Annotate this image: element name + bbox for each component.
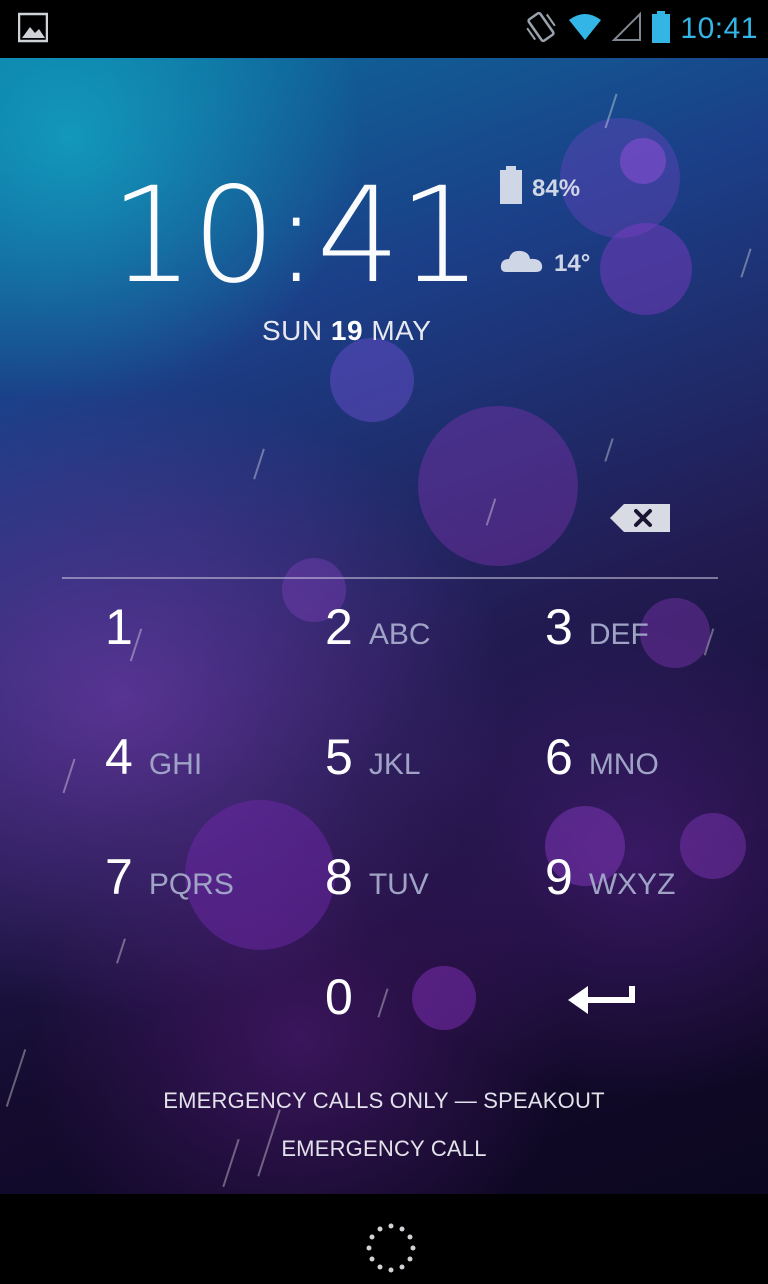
status-icons: 10:41 [524, 0, 758, 58]
rain-streak [740, 248, 752, 278]
rain-streak [253, 448, 265, 480]
pin-divider [62, 577, 718, 579]
bokeh-light [418, 406, 578, 566]
bokeh-light [640, 598, 710, 668]
image-notification-icon [17, 12, 49, 44]
wifi-icon [568, 12, 602, 47]
key-letters: WXYZ [588, 868, 676, 901]
bokeh-light [412, 966, 476, 1030]
key-7[interactable]: 7 PQRS [105, 848, 234, 928]
enter-arrow-icon [568, 986, 635, 1014]
key-letters: TUV [368, 868, 429, 901]
backspace-icon [610, 504, 670, 532]
key-0[interactable]: 0 [325, 968, 369, 1048]
loading-dots-icon[interactable] [363, 1220, 419, 1276]
battery-icon [500, 166, 522, 211]
key-letters: ABC [368, 618, 431, 651]
status-clock: 10:41 [680, 12, 758, 45]
clock-separator: : [273, 159, 319, 313]
bokeh-light [330, 338, 414, 422]
key-letters: DEF [588, 618, 649, 651]
key-digit: 9 [545, 849, 573, 905]
key-digit: 5 [325, 729, 353, 785]
key-letters: MNO [588, 748, 659, 781]
date-month: MAY [371, 315, 432, 346]
enter-button[interactable] [562, 976, 642, 1020]
weather-temperature: 14° [554, 249, 591, 277]
date-day: SUN [262, 315, 323, 346]
weather-widget: 14° [500, 246, 590, 281]
key-digit: 8 [325, 849, 353, 905]
key-digit: 1 [105, 599, 133, 655]
key-2[interactable]: 2 ABC [325, 598, 431, 678]
key-digit: 2 [325, 599, 353, 655]
clock-minutes: 41 [316, 159, 482, 313]
rain-streak [62, 758, 76, 794]
lockscreen-date: SUN 19 MAY [262, 315, 431, 347]
key-4[interactable]: 4 GHI [105, 728, 202, 808]
key-letters: JKL [368, 748, 421, 781]
carrier-status: EMERGENCY CALLS ONLY — SPEAKOUT [163, 1088, 605, 1113]
status-bar: 10:41 [0, 0, 768, 58]
key-9[interactable]: 9 WXYZ [545, 848, 675, 928]
bokeh-light [600, 223, 692, 315]
battery-widget: 84% [500, 166, 580, 211]
date-number: 19 [330, 315, 364, 346]
key-1[interactable]: 1 [105, 598, 149, 678]
rain-streak [604, 438, 614, 462]
vibrate-icon [524, 10, 558, 49]
signal-icon [612, 11, 642, 47]
bokeh-light [680, 813, 746, 879]
rain-streak [377, 988, 389, 1018]
emergency-call-button[interactable]: EMERGENCY CALL [0, 1136, 768, 1162]
key-digit: 6 [545, 729, 573, 785]
bokeh-light [620, 138, 666, 184]
clock-hours: 10 [110, 159, 276, 313]
key-8[interactable]: 8 TUV [325, 848, 429, 928]
battery-level: 84% [532, 174, 581, 202]
backspace-button[interactable] [610, 504, 670, 532]
lockscreen[interactable]: 10:41 SUN 19 MAY 84% 14° 1 2 ABC 3 DEF 4… [0, 58, 768, 1194]
lockscreen-clock: 10:41 [110, 166, 482, 306]
key-digit: 0 [325, 969, 353, 1025]
key-5[interactable]: 5 JKL [325, 728, 421, 808]
key-3[interactable]: 3 DEF [545, 598, 649, 678]
cloud-icon [500, 246, 544, 281]
key-letters: PQRS [148, 868, 234, 901]
rain-streak [116, 938, 126, 964]
key-6[interactable]: 6 MNO [545, 728, 659, 808]
key-digit: 4 [105, 729, 133, 785]
key-digit: 3 [545, 599, 573, 655]
key-letters: GHI [148, 748, 203, 781]
key-digit: 7 [105, 849, 133, 905]
battery-icon [652, 10, 671, 48]
